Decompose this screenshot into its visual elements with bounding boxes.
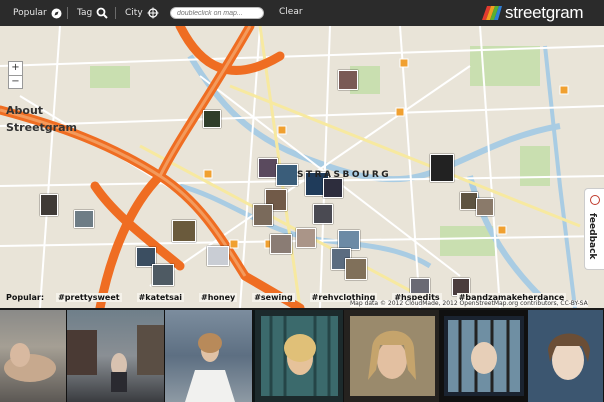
tag-link[interactable]: #katetsai xyxy=(136,292,184,302)
map-photo-thumbnail[interactable] xyxy=(203,110,221,128)
popular-nav-label: Popular xyxy=(13,8,47,18)
map-attribution: Map data © 2012 CloudMade, 2012 OpenStre… xyxy=(350,300,588,307)
popular-tags-label: Popular: xyxy=(6,292,45,302)
photo-thumbnail[interactable] xyxy=(164,310,254,402)
zoom-in-button[interactable]: + xyxy=(9,62,22,76)
rainbow-logo-icon xyxy=(482,6,502,20)
top-navigation-bar: Popular Tag City Clear streetgram xyxy=(0,0,604,27)
feedback-icon xyxy=(590,195,600,205)
tag-nav-item[interactable]: Tag xyxy=(77,0,108,26)
map-photo-thumbnail[interactable] xyxy=(276,164,298,186)
about-line-2: Streetgram xyxy=(6,121,77,134)
tag-link[interactable]: #honey xyxy=(198,292,238,302)
map-photo-thumbnail[interactable] xyxy=(258,158,278,178)
photo-thumbnail[interactable] xyxy=(0,310,67,402)
about-line-1: About xyxy=(6,104,44,117)
map-photo-thumbnail[interactable] xyxy=(152,264,174,286)
photo-thumbnail[interactable] xyxy=(343,310,441,402)
city-name-label: STRASBOURG xyxy=(297,170,392,180)
photo-thumbnail[interactable] xyxy=(253,310,344,402)
tag-link[interactable]: #prettysweet xyxy=(56,292,122,302)
nav-separator xyxy=(67,7,68,19)
tag-link[interactable]: #sewing xyxy=(252,292,295,302)
clear-button[interactable]: Clear xyxy=(279,7,303,17)
crosshair-icon xyxy=(147,7,159,19)
map-photo-thumbnail[interactable] xyxy=(338,70,358,90)
map-photo-thumbnail[interactable] xyxy=(253,204,273,226)
zoom-out-button[interactable]: − xyxy=(9,76,22,89)
city-nav-item[interactable]: City xyxy=(125,0,159,26)
map-photo-thumbnail[interactable] xyxy=(270,234,292,254)
feedback-tab[interactable]: feedback xyxy=(584,188,604,270)
photo-strip xyxy=(0,310,604,402)
search-icon xyxy=(96,7,108,19)
map-photo-thumbnail[interactable] xyxy=(345,258,367,280)
map-photo-thumbnail[interactable] xyxy=(476,198,494,216)
brand-name: streetgram xyxy=(505,3,584,22)
map-photo-thumbnail[interactable] xyxy=(40,194,58,216)
popular-nav-item[interactable]: Popular xyxy=(13,0,62,26)
photo-thumbnail[interactable] xyxy=(440,310,529,402)
streetgram-logo[interactable]: streetgram xyxy=(482,3,584,22)
map-tiles xyxy=(0,26,604,308)
photo-thumbnail[interactable] xyxy=(67,310,165,402)
map-photo-thumbnail[interactable] xyxy=(207,246,229,266)
feedback-label: feedback xyxy=(587,213,597,260)
map-canvas[interactable]: + − About Streetgram STRASBOURG feedback xyxy=(0,26,604,308)
nav-separator xyxy=(115,7,116,19)
map-photo-thumbnail[interactable] xyxy=(74,210,94,228)
photo-thumbnail[interactable] xyxy=(528,310,604,402)
tag-nav-label: Tag xyxy=(77,8,93,18)
map-photo-thumbnail[interactable] xyxy=(338,230,360,250)
map-photo-thumbnail[interactable] xyxy=(430,154,454,182)
map-photo-thumbnail[interactable] xyxy=(323,178,343,198)
location-search-input[interactable] xyxy=(170,7,264,19)
map-photo-thumbnail[interactable] xyxy=(296,228,316,248)
map-photo-thumbnail[interactable] xyxy=(313,204,333,224)
city-nav-label: City xyxy=(125,8,143,18)
zoom-control: + − xyxy=(8,61,23,89)
compass-icon xyxy=(51,8,62,19)
map-photo-thumbnail[interactable] xyxy=(172,220,196,242)
about-streetgram-link[interactable]: About Streetgram xyxy=(6,102,77,136)
